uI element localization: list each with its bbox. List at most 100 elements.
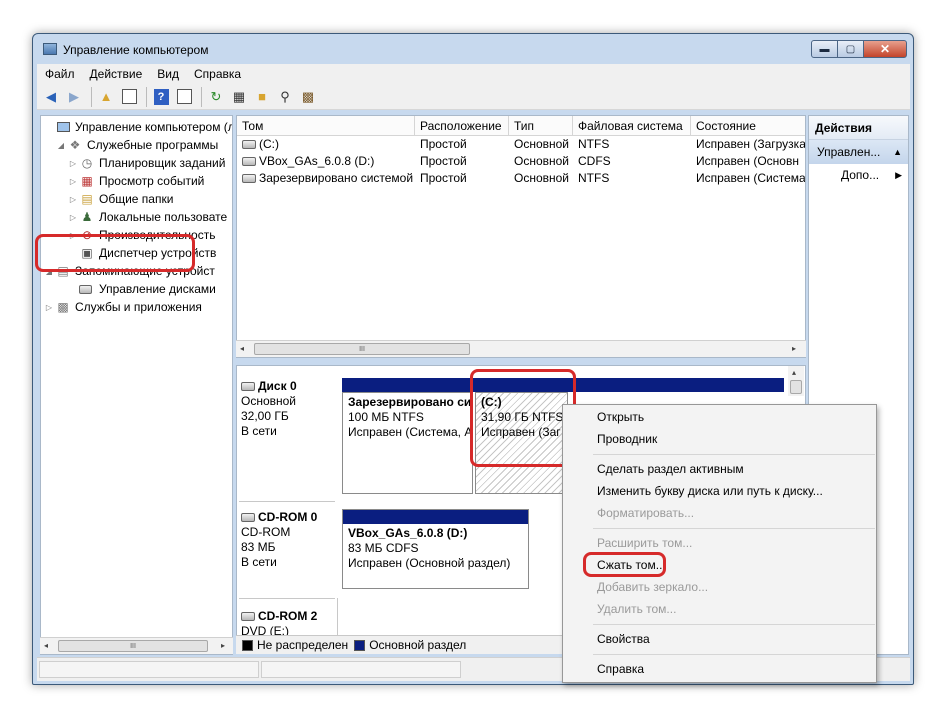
partition-status: Исправен (Основной раздел) [348, 556, 511, 570]
menu-file[interactable]: Файл [37, 67, 82, 81]
disk-name: CD-ROM 2 [258, 609, 318, 623]
volume-status: Исправен (Система [696, 171, 806, 185]
actions-header: Действия [809, 116, 908, 140]
menu-item-open[interactable]: Открыть [597, 410, 644, 424]
disk-kind: Основной [241, 394, 297, 408]
volume-name: (C:) [259, 137, 279, 151]
menu-bar: Файл Действие Вид Справка [37, 64, 910, 84]
menu-item-explorer[interactable]: Проводник [597, 432, 657, 446]
menu-action[interactable]: Действие [82, 67, 150, 81]
actions-more[interactable]: Допо... ▶ [809, 164, 908, 186]
highlight-shrink-volume [583, 552, 666, 577]
partition-reserved[interactable]: Зарезервировано си 100 МБ NTFS Исправен … [342, 392, 473, 494]
properties-icon[interactable]: ▦ [229, 87, 249, 107]
scroll-left-arrow[interactable]: ◂ [44, 641, 48, 650]
disk-label[interactable]: Диск 0 Основной 32,00 ГБ В сети [241, 379, 333, 439]
console-tree-icon[interactable] [119, 87, 139, 107]
volume-list-horizontal-scrollbar[interactable]: ◂ III ▸ [236, 340, 806, 357]
actions-section-disk-management[interactable]: Управлен... ▲ [809, 140, 908, 164]
console-tree: Управление компьютером (л ◢ ❖ Служебные … [40, 115, 233, 655]
menu-item-add-mirror: Добавить зеркало... [597, 580, 709, 594]
scroll-left-arrow[interactable]: ◂ [240, 344, 244, 353]
cd-icon [242, 157, 256, 166]
status-panel [39, 661, 259, 678]
open-folder-icon[interactable]: ■ [252, 87, 272, 107]
tree-expander[interactable]: ▷ [43, 303, 55, 312]
scroll-right-arrow[interactable]: ▸ [221, 641, 225, 650]
column-header-volume[interactable]: Том [237, 116, 415, 136]
menu-item-format: Форматировать... [597, 506, 695, 520]
event-viewer-icon: ▦ [81, 174, 93, 188]
action-pane-icon[interactable] [174, 87, 194, 107]
table-row[interactable]: VBox_GAs_6.0.8 (D:) Простой Основной CDF… [237, 153, 805, 170]
menu-item-properties[interactable]: Свойства [597, 632, 650, 646]
maximize-button[interactable]: ▢ [837, 40, 864, 58]
volume-filesystem: NTFS [578, 137, 610, 151]
highlight-partition-c [470, 369, 576, 467]
scroll-thumb[interactable]: III [58, 640, 208, 652]
scroll-up-arrow[interactable]: ▴ [792, 368, 796, 377]
menu-item-mark-active[interactable]: Сделать раздел активным [597, 462, 744, 476]
disk-name: CD-ROM 0 [258, 510, 318, 524]
column-header-layout[interactable]: Расположение [415, 116, 509, 136]
menu-help[interactable]: Справка [186, 67, 248, 81]
minimize-button[interactable]: ▬ [811, 40, 838, 58]
tree-item-services-apps[interactable]: ▷ ▩ Службы и приложения [43, 298, 202, 316]
tree-item-label: Службы и приложения [75, 300, 202, 314]
tree-item-disk-management[interactable]: Управление дисками [67, 280, 216, 298]
menu-item-change-drive-letter[interactable]: Изменить букву диска или путь к диску... [597, 484, 823, 498]
partition-d[interactable]: VBox_GAs_6.0.8 (D:) 83 МБ CDFS Исправен … [342, 509, 529, 589]
menu-item-help[interactable]: Справка [597, 662, 644, 676]
search-icon[interactable]: ⚲ [275, 87, 295, 107]
volume-type: Основной [514, 171, 570, 185]
volume-layout: Простой [420, 154, 467, 168]
scroll-right-arrow[interactable]: ▸ [792, 344, 796, 353]
partition-info: 83 МБ CDFS [348, 541, 419, 555]
tree-expander[interactable]: ▷ [67, 195, 79, 204]
help-icon[interactable]: ? [151, 87, 171, 107]
column-header-type[interactable]: Тип [509, 116, 573, 136]
disk-label[interactable]: CD-ROM 0 CD-ROM 83 МБ В сети [241, 510, 333, 570]
volume-status: Исправен (Загрузка [696, 137, 806, 151]
tree-horizontal-scrollbar[interactable]: ◂ III ▸ [40, 637, 233, 654]
title-bar[interactable]: Управление компьютером ▬ ▢ ✕ [33, 34, 913, 64]
tree-item-task-scheduler[interactable]: ▷ ◷ Планировщик заданий [67, 154, 225, 172]
volume-list-header: Том Расположение Тип Файловая система Со… [237, 116, 805, 136]
back-arrow-icon[interactable]: ◀ [41, 87, 61, 107]
column-header-filesystem[interactable]: Файловая система [573, 116, 691, 136]
tree-item-local-users[interactable]: ▷ ♟ Локальные пользовате [67, 208, 227, 226]
table-row[interactable]: Зарезервировано системой Простой Основно… [237, 170, 805, 187]
close-button[interactable]: ✕ [863, 40, 907, 58]
table-row[interactable]: (C:) Простой Основной NTFS Исправен (Заг… [237, 136, 805, 153]
scroll-thumb[interactable]: III [254, 343, 470, 355]
tree-item-system-tools[interactable]: ◢ ❖ Служебные программы [55, 136, 218, 154]
tree-item-event-viewer[interactable]: ▷ ▦ Просмотр событий [67, 172, 204, 190]
tree-item-label: Служебные программы [87, 138, 219, 152]
forward-arrow-icon[interactable]: ▶ [64, 87, 84, 107]
settings-icon[interactable]: ▩ [298, 87, 318, 107]
partition-title: Зарезервировано си [348, 395, 472, 409]
tree-item-computer-management[interactable]: Управление компьютером (л [43, 118, 233, 136]
volume-name: Зарезервировано системой [259, 171, 414, 185]
refresh-icon[interactable]: ↻ [206, 87, 226, 107]
volume-filesystem: CDFS [578, 154, 611, 168]
column-header-status[interactable]: Состояние [691, 116, 805, 136]
tree-item-label: Управление компьютером (л [75, 120, 233, 134]
volume-filesystem: NTFS [578, 171, 610, 185]
tree-expander[interactable]: ▷ [67, 159, 79, 168]
tree-expander[interactable]: ▷ [67, 213, 79, 222]
tools-icon: ❖ [69, 138, 81, 152]
partition-status: Исправен (Система, А [348, 425, 473, 439]
pane-splitter[interactable] [236, 358, 806, 364]
folder-up-icon[interactable]: ▲ [96, 87, 116, 107]
menu-view[interactable]: Вид [149, 67, 186, 81]
tree-item-label: Общие папки [99, 192, 174, 206]
clock-icon: ◷ [81, 156, 93, 170]
disk-map-vertical-scrollbar[interactable]: ▴ [788, 366, 804, 396]
volume-type: Основной [514, 154, 570, 168]
tree-item-shared-folders[interactable]: ▷ ▤ Общие папки [67, 190, 174, 208]
tree-expander[interactable]: ▷ [67, 177, 79, 186]
collapse-up-icon[interactable]: ▲ [893, 140, 902, 164]
tree-expander[interactable]: ◢ [55, 141, 67, 150]
scroll-thumb[interactable] [790, 380, 802, 394]
